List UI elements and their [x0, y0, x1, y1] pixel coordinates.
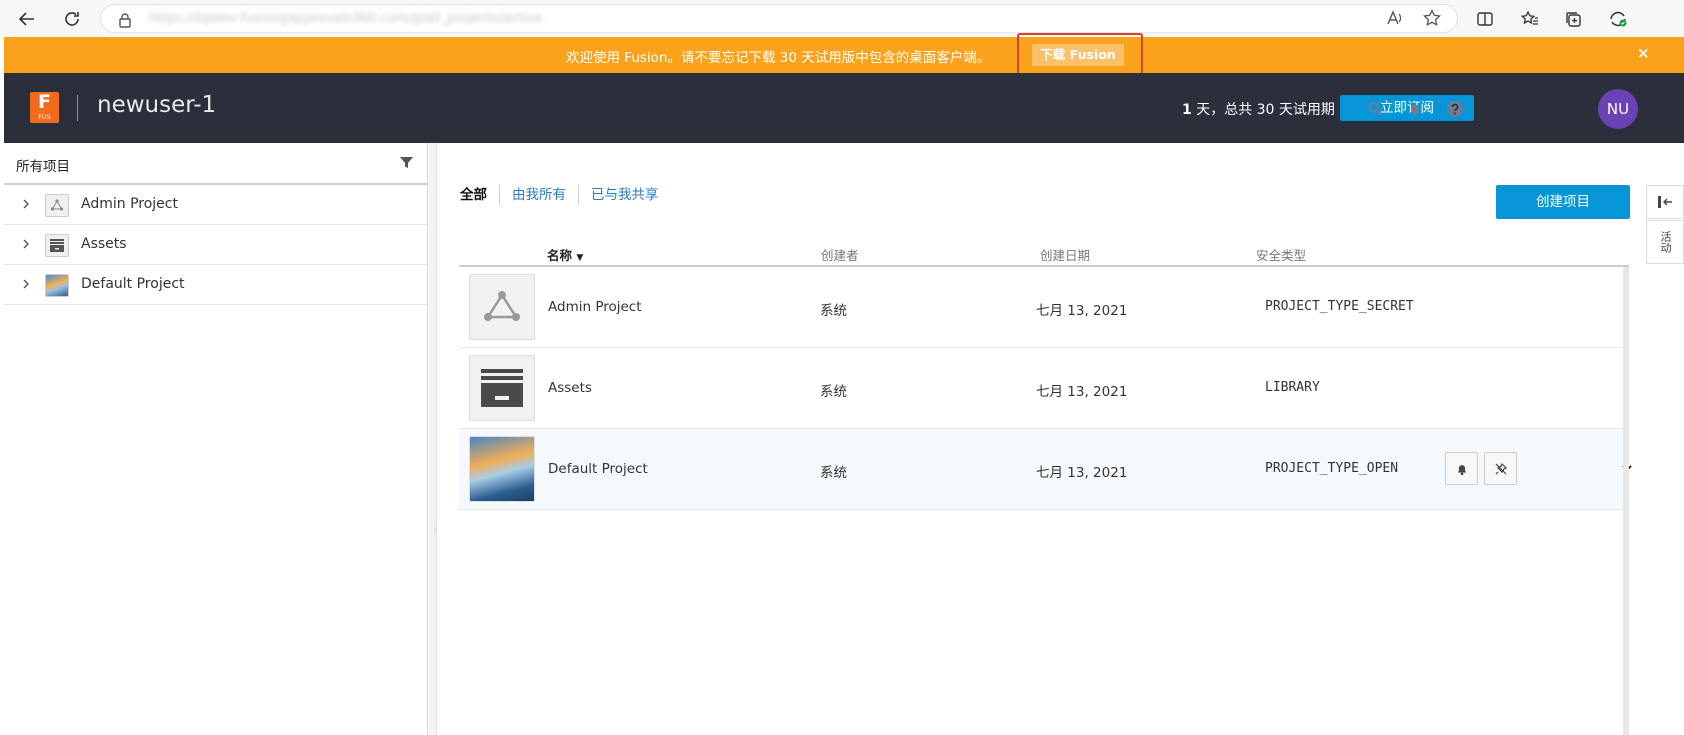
filter-icon[interactable] — [399, 155, 414, 174]
pin-button[interactable] — [1484, 452, 1517, 485]
project-list-panel: 全部 由我所有 已与我共享 创建项目 活动 名称 ▼ 创建者 创建日期 安全类型… — [437, 143, 1684, 735]
star-icon[interactable] — [1423, 8, 1441, 31]
chevron-right-icon[interactable] — [22, 198, 30, 213]
app-header: F FUS newuser-1 1 天，总共 30 天试用期 立即订阅 NU — [4, 73, 1684, 143]
trial-banner: 欢迎使用 Fusion。请不要忘记下载 30 天试用版中包含的桌面客户端。 — [4, 37, 1684, 73]
read-aloud-icon[interactable] — [1386, 9, 1404, 31]
table-header: 名称 ▼ 创建者 创建日期 安全类型 — [459, 237, 1629, 267]
trial-suffix: 天，总共 30 天试用期 — [1191, 102, 1335, 118]
avatar[interactable]: NU — [1598, 89, 1638, 129]
address-bar[interactable]: https://bpdev-fusiongapprovals360.com/g/… — [100, 4, 1458, 33]
back-icon[interactable] — [12, 4, 42, 34]
bell-icon[interactable] — [1404, 98, 1426, 120]
header-divider — [77, 95, 78, 121]
reload-icon[interactable] — [57, 4, 87, 34]
column-created-date[interactable]: 创建日期 — [1040, 245, 1090, 264]
scrollbar[interactable] — [1623, 267, 1629, 735]
sidebar-item-label: Admin Project — [81, 196, 178, 212]
assets-thumbnail — [469, 355, 535, 421]
sidebar-item-admin-project[interactable]: Admin Project — [4, 185, 427, 225]
column-security-type[interactable]: 安全类型 — [1256, 245, 1306, 264]
performance-icon[interactable] — [1603, 4, 1633, 34]
browser-toolbar: https://bpdev-fusiongapprovals360.com/g/… — [0, 0, 1684, 37]
hub-name[interactable]: newuser-1 — [97, 92, 216, 118]
project-name[interactable]: Assets — [548, 380, 592, 396]
project-creator: 系统 — [820, 384, 847, 400]
chevron-right-icon[interactable] — [22, 278, 30, 293]
sidebar-item-label: Default Project — [81, 276, 185, 292]
column-name-label: 名称 — [547, 248, 573, 263]
activity-tab[interactable]: 活动 — [1646, 220, 1684, 264]
project-created-date: 七月 13, 2021 — [1036, 303, 1128, 319]
admin-project-thumbnail — [469, 274, 535, 340]
sidebar-header: 所有项目 — [4, 143, 427, 185]
assets-thumbnail — [45, 234, 69, 257]
sidebar-item-default-project[interactable]: Default Project — [4, 265, 427, 305]
trial-days: 1 — [1182, 102, 1192, 118]
fusion-logo[interactable]: F FUS — [30, 92, 59, 123]
project-created-date: 七月 13, 2021 — [1036, 465, 1128, 481]
favorites-icon[interactable] — [1515, 4, 1545, 34]
filter-tabs: 全部 由我所有 已与我共享 — [460, 185, 671, 205]
project-sidebar: 所有项目 Admin Project Assets Default Projec… — [4, 143, 428, 735]
sort-desc-icon[interactable]: ▼ — [576, 253, 583, 263]
download-fusion-button[interactable]: 下载 Fusion — [1032, 44, 1124, 66]
column-name[interactable]: 名称 ▼ — [547, 245, 583, 264]
sidebar-item-assets[interactable]: Assets — [4, 225, 427, 265]
project-created-date: 七月 13, 2021 — [1036, 384, 1128, 400]
tab-all[interactable]: 全部 — [460, 185, 499, 205]
project-security-type: PROJECT_TYPE_OPEN — [1265, 461, 1399, 476]
project-table: Admin Project 系统 七月 13, 2021 PROJECT_TYP… — [459, 267, 1632, 510]
split-screen-icon[interactable] — [1470, 4, 1500, 34]
create-project-button[interactable]: 创建项目 — [1496, 185, 1630, 219]
admin-project-thumbnail — [45, 194, 69, 217]
help-icon[interactable] — [1444, 98, 1466, 120]
project-security-type: PROJECT_TYPE_SECRET — [1265, 299, 1414, 314]
logo-sub: FUS — [38, 113, 51, 121]
sidebar-item-label: Assets — [81, 236, 127, 252]
pane-splitter[interactable]: ⋮ ⋮ — [429, 143, 439, 735]
table-row[interactable]: Assets 系统 七月 13, 2021 LIBRARY — [459, 348, 1629, 429]
project-name[interactable]: Default Project — [548, 461, 648, 477]
column-creator[interactable]: 创建者 — [821, 245, 859, 264]
search-icon[interactable] — [1364, 98, 1386, 120]
url-text[interactable]: https://bpdev-fusiongapprovals360.com/g/… — [149, 11, 543, 26]
sidebar-title: 所有项目 — [16, 159, 70, 175]
chevron-right-icon[interactable] — [22, 238, 30, 253]
tab-owned-by-me[interactable]: 由我所有 — [499, 185, 578, 205]
table-row[interactable]: Default Project 系统 七月 13, 2021 PROJECT_T… — [459, 429, 1632, 510]
notification-bell-button[interactable] — [1445, 452, 1478, 485]
collapse-panel-icon[interactable] — [1646, 185, 1684, 219]
collections-icon[interactable] — [1558, 4, 1588, 34]
default-project-thumbnail — [45, 274, 69, 297]
project-name[interactable]: Admin Project — [548, 299, 642, 315]
project-creator: 系统 — [820, 465, 847, 481]
trial-status: 1 天，总共 30 天试用期 — [1182, 99, 1335, 119]
tab-shared-with-me[interactable]: 已与我共享 — [578, 185, 671, 205]
project-creator: 系统 — [820, 303, 847, 319]
table-row[interactable]: Admin Project 系统 七月 13, 2021 PROJECT_TYP… — [459, 267, 1629, 348]
default-project-thumbnail — [469, 436, 535, 502]
lock-icon[interactable] — [118, 12, 132, 32]
banner-close-icon[interactable]: × — [1637, 44, 1650, 62]
banner-message: 欢迎使用 Fusion。请不要忘记下载 30 天试用版中包含的桌面客户端。 — [566, 50, 991, 66]
project-security-type: LIBRARY — [1265, 380, 1320, 395]
logo-letter: F — [38, 91, 51, 113]
